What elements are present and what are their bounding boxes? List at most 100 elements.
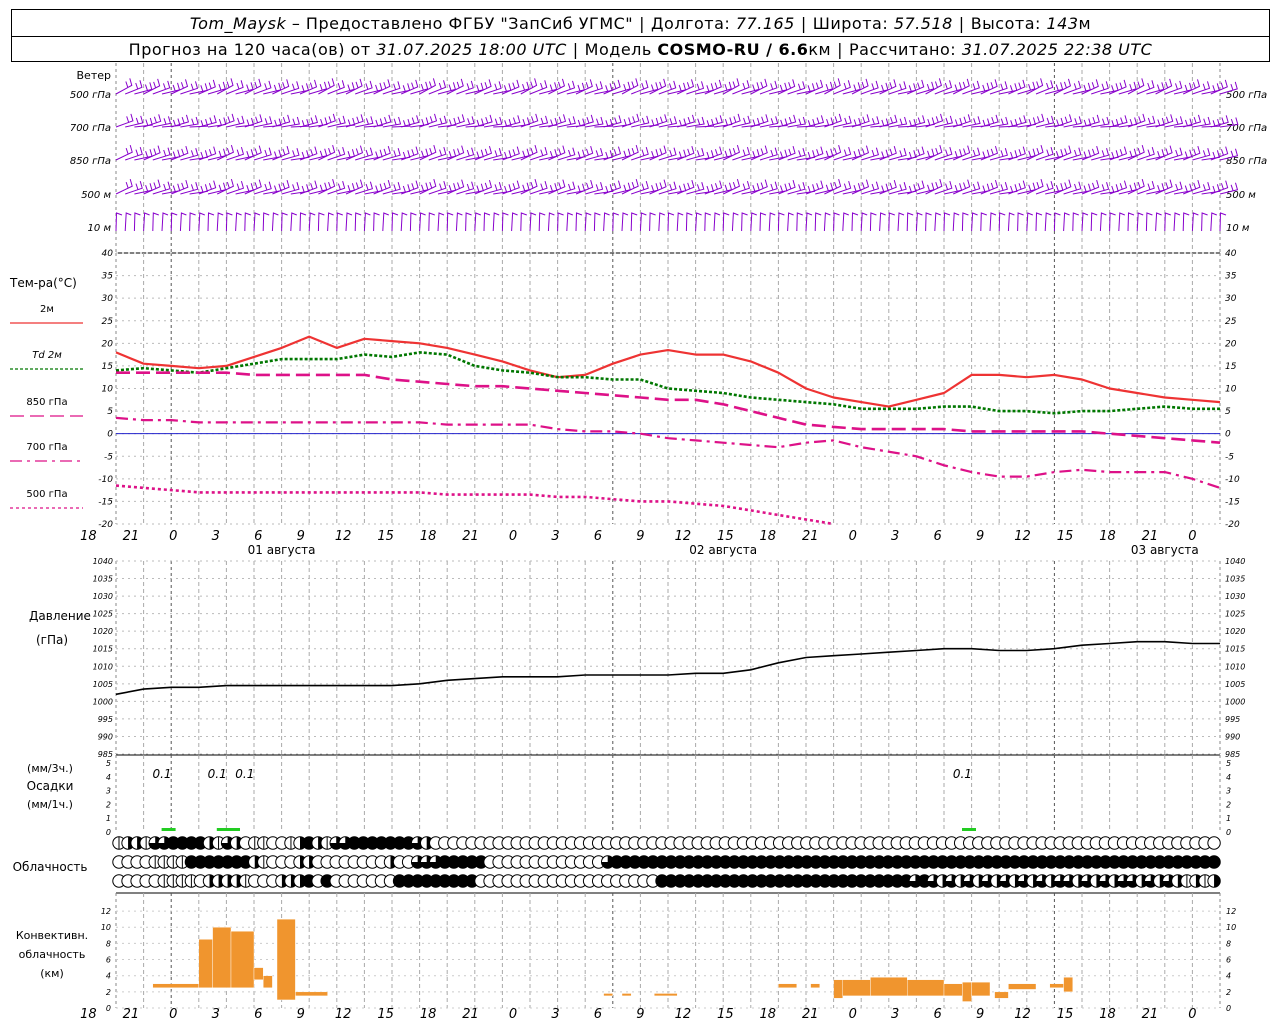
hour-tick-label: 15 [1057, 529, 1074, 544]
hour-tick-label: 6 [933, 529, 941, 544]
wind-barb [934, 212, 941, 232]
wind-barb [640, 149, 659, 161]
wind-barb [851, 212, 859, 232]
wind-barb [1072, 212, 1079, 232]
temp-tick-label-left: 0 [107, 430, 113, 440]
temp-title: Тем-ра(°C) [9, 276, 77, 290]
conv-hour-tick-label: 0 [849, 1007, 857, 1022]
conv-hour-tick-label: 0 [1188, 1007, 1196, 1022]
precip-tick-label-left: 2 [106, 800, 111, 809]
wind-barb [777, 212, 785, 232]
wind-barb [842, 183, 862, 195]
wind-barb [492, 212, 500, 232]
precip-tick-label-right: 2 [1226, 800, 1231, 809]
wind-barb [1063, 212, 1070, 232]
wind-barb [1191, 212, 1199, 232]
temp-tick-label-right: -5 [1225, 452, 1234, 462]
wind-barb [1127, 212, 1135, 232]
legend-label: 700 гПа [26, 442, 67, 453]
wind-barb [768, 212, 776, 232]
wind-barb [557, 116, 576, 128]
conv-bar [907, 979, 945, 997]
conv-tick-label-right: 2 [1226, 988, 1231, 997]
legend-label: 2м [40, 304, 54, 315]
conv-bar [1049, 983, 1064, 989]
wind-barb [400, 212, 408, 232]
conv-tick-label-right: 12 [1226, 907, 1236, 916]
wind-barb [704, 212, 711, 232]
wind-barb [713, 212, 721, 232]
wind-barb [529, 115, 549, 128]
precip-value-label: 0.1 [235, 767, 254, 781]
wind-barb [364, 82, 383, 95]
wind-barb [354, 212, 362, 232]
conv-tick-label-left: 2 [106, 988, 111, 997]
conv-bar [943, 983, 963, 997]
wind-barb [732, 115, 751, 128]
conv-tick-label-right: 0 [1226, 1004, 1231, 1013]
hour-tick-label: 9 [636, 529, 644, 544]
wind-barb [897, 83, 917, 95]
wind-level-label-left: 10 м [88, 223, 112, 234]
hour-tick-label: 21 [802, 529, 819, 544]
temp-tick-label-right: 15 [1225, 362, 1237, 372]
hour-tick-label: 21 [1142, 529, 1159, 544]
conv-bar [778, 983, 798, 989]
hour-tick-label: 18 [760, 529, 777, 544]
conv-tick-label-left: 0 [106, 1004, 111, 1013]
pressure-tick-label-left: 1035 [93, 575, 113, 584]
precip-tick-label-left: 1 [106, 814, 111, 823]
wind-barb [1201, 83, 1220, 95]
wind-level-label-left: 500 м [81, 190, 111, 201]
wind-barb [529, 212, 537, 232]
wind-barb [235, 149, 254, 161]
precip-tick-label-right: 1 [1226, 814, 1231, 823]
conv-hour-tick-label: 18 [80, 1007, 97, 1022]
wind-barb [428, 212, 435, 232]
conv-hour-tick-label: 0 [169, 1007, 177, 1022]
wind-barb [1109, 212, 1116, 232]
date-label: 01 августа [248, 543, 316, 557]
hour-tick-label: 15 [377, 529, 394, 544]
wind-barb [603, 212, 610, 232]
temp-tick-label-left: -5 [104, 452, 113, 462]
wind-barb [943, 212, 951, 232]
wind-barb [336, 212, 343, 232]
conv-tick-label-left: 8 [106, 939, 111, 948]
conv-bar [654, 993, 678, 997]
temp-tick-label-left: 25 [102, 317, 114, 327]
wind-barb [235, 183, 254, 195]
pressure-tick-label-left: 1020 [93, 627, 113, 636]
wind-barb [639, 212, 647, 232]
conv-hour-tick-label: 9 [297, 1007, 305, 1022]
wind-barb [198, 212, 205, 232]
conv-bar [230, 931, 255, 989]
wind-barb [557, 212, 564, 232]
wind-barb [419, 212, 426, 232]
date-label: 03 августа [1131, 543, 1199, 557]
legend-label: Td 2м [32, 350, 62, 361]
wind-barb [465, 212, 472, 232]
conv-hour-tick-label: 6 [933, 1007, 941, 1022]
wind-barb [474, 212, 481, 232]
conv-bar [621, 993, 632, 997]
conv-hour-tick-label: 12 [675, 1007, 692, 1022]
hour-tick-label: 3 [891, 529, 899, 544]
wind-level-label-left: 700 гПа [70, 123, 111, 134]
pressure-tick-label-right: 1020 [1225, 627, 1245, 636]
conv-bar [295, 991, 328, 997]
pressure-tick-label-right: 1005 [1225, 680, 1245, 689]
wind-barb [961, 212, 969, 232]
precip-value-label: 0.1 [208, 767, 227, 781]
wind-barb [262, 212, 270, 232]
pressure-tick-label-right: 1030 [1225, 592, 1245, 601]
wind-barb [906, 212, 914, 232]
pressure-tick-label-left: 995 [98, 715, 113, 724]
pressure-tick-label-right: 990 [1225, 732, 1240, 741]
wind-level-label-left: 500 гПа [70, 90, 111, 101]
conv-bar [198, 939, 213, 989]
precip-tick-label-left: 4 [106, 773, 111, 782]
wind-barb [1136, 212, 1144, 232]
conv-hour-tick-label: 12 [335, 1007, 352, 1022]
temp-tick-label-right: -10 [1225, 475, 1240, 485]
